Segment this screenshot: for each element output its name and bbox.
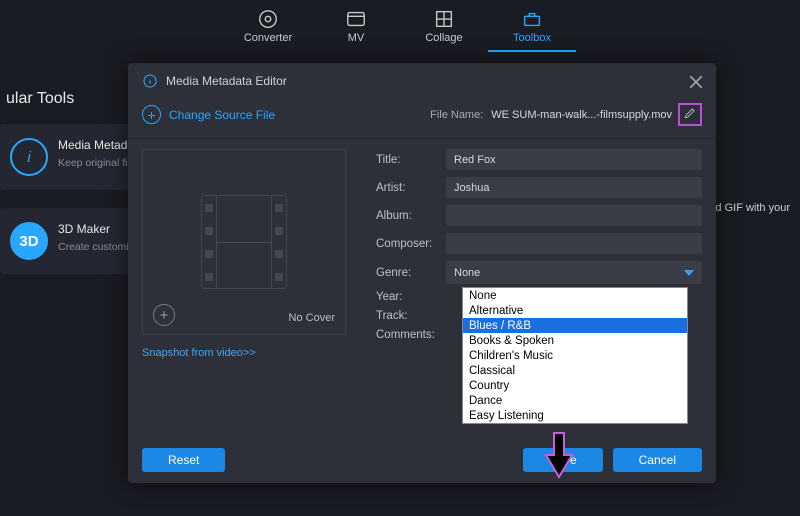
film-placeholder-icon [201,195,287,289]
genre-option[interactable]: Children's Music [463,348,687,363]
genre-selected-value: None [454,267,480,279]
threed-icon: 3D [10,222,48,260]
add-cover-button[interactable]: + [153,304,175,326]
annotation-arrow-icon [544,431,574,482]
label-composer: Composer: [376,238,446,250]
top-nav: Converter MV Collage Toolbox [0,0,800,52]
collage-icon [433,10,455,28]
metadata-form: Title: Artist: Album: Composer: Genre: N… [376,149,702,359]
genre-option[interactable]: Electronic [463,423,687,424]
converter-icon [257,10,279,28]
close-button[interactable] [688,74,702,88]
edit-filename-button[interactable] [678,103,702,126]
label-year: Year: [376,291,446,303]
nav-label: Collage [425,32,462,44]
composer-field[interactable] [446,233,702,254]
genre-option[interactable]: Classical [463,363,687,378]
label-track: Track: [376,310,446,322]
pencil-icon [683,106,697,120]
genre-select[interactable]: None [446,261,702,284]
nav-collage[interactable]: Collage [400,10,488,52]
metadata-editor-modal: Media Metadata Editor + Change Source Fi… [128,63,716,483]
nav-mv[interactable]: MV [312,10,400,52]
label-album: Album: [376,210,446,222]
genre-option[interactable]: Books & Spoken [463,333,687,348]
change-source-link[interactable]: Change Source File [169,108,275,122]
title-field[interactable] [446,149,702,170]
album-field[interactable] [446,205,702,226]
info-icon: i [10,138,48,176]
label-comments: Comments: [376,329,446,341]
reset-button[interactable]: Reset [142,448,225,472]
genre-option[interactable]: Blues / R&B [463,318,687,333]
label-artist: Artist: [376,182,446,194]
genre-option[interactable]: Country [463,378,687,393]
genre-dropdown-list[interactable]: NoneAlternativeBlues / R&BBooks & Spoken… [462,287,688,424]
plus-icon: + [142,105,161,124]
no-cover-label: No Cover [289,312,335,324]
background-text-snippet: d GIF with your [715,202,790,214]
cancel-button[interactable]: Cancel [613,448,702,472]
chevron-down-icon [684,270,694,276]
file-name-label: File Name: [430,109,483,121]
file-name-value: WE SUM-man-walk...-filmsupply.mov [491,109,672,121]
modal-title: Media Metadata Editor [166,74,287,88]
label-title: Title: [376,154,446,166]
cover-art-frame: + No Cover [142,149,346,335]
genre-option[interactable]: Easy Listening [463,408,687,423]
mv-icon [345,10,367,28]
nav-converter[interactable]: Converter [224,10,312,52]
nav-label: Converter [244,32,292,44]
nav-label: MV [348,32,365,44]
nav-label: Toolbox [513,32,551,44]
label-genre: Genre: [376,267,446,279]
genre-option[interactable]: Dance [463,393,687,408]
divider [128,138,716,139]
artist-field[interactable] [446,177,702,198]
snapshot-link[interactable]: Snapshot from video>> [142,347,352,359]
genre-option[interactable]: None [463,288,687,303]
genre-option[interactable]: Alternative [463,303,687,318]
nav-toolbox[interactable]: Toolbox [488,10,576,52]
info-icon [142,73,158,89]
toolbox-icon [521,10,543,28]
